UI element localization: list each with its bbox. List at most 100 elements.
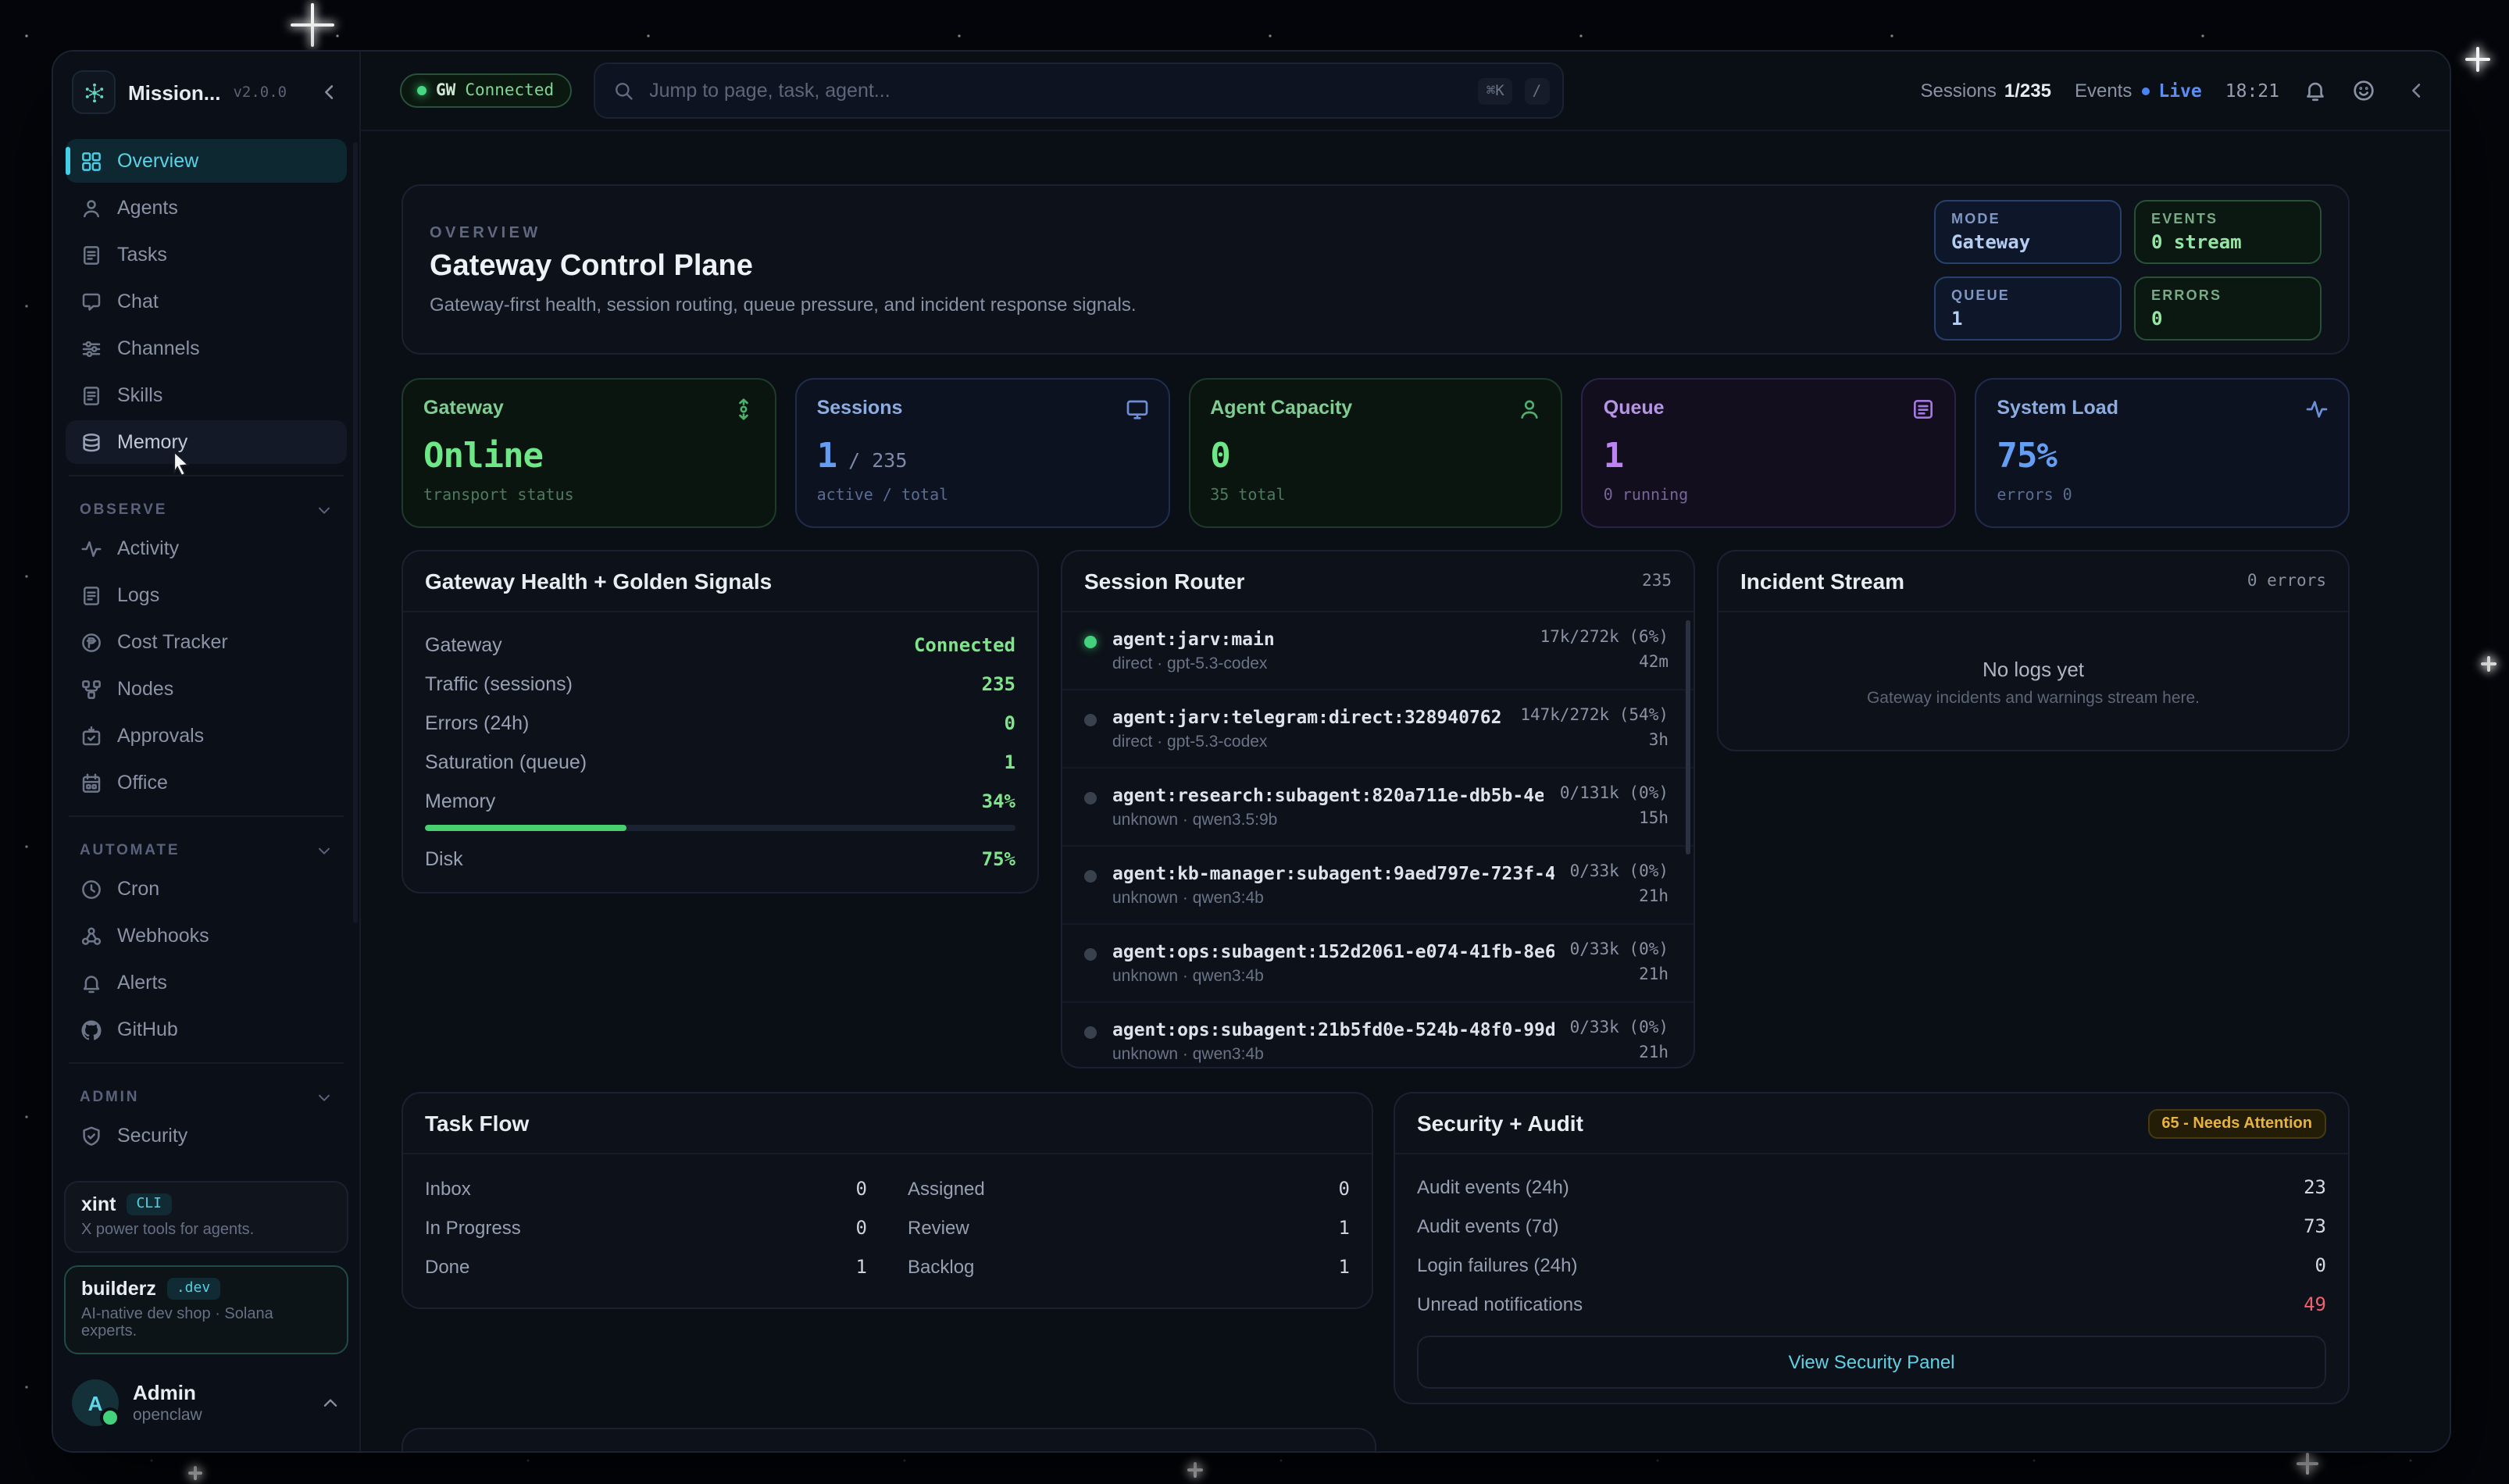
session-row[interactable]: agent:jarv:telegram:direct:328940762dire…	[1062, 690, 1693, 769]
list-icon	[1911, 397, 1936, 422]
sidebar-item-activity[interactable]: Activity	[66, 526, 347, 570]
promo-card-builderz[interactable]: builderz .dev AI-native dev shop · Solan…	[64, 1265, 348, 1354]
sidebar-item-label: Cron	[117, 878, 159, 900]
task-flow-panel: Task Flow Inbox0 In Progress0 Done1 Assi…	[402, 1092, 1373, 1309]
sidebar-item-label: Logs	[117, 584, 159, 606]
search-input[interactable]	[646, 78, 1466, 103]
monitor-icon	[1124, 397, 1149, 422]
sidebar-item-channels[interactable]: Channels	[66, 326, 347, 370]
stat-card-system-load[interactable]: System Load 75% errors 0	[1975, 378, 2350, 528]
security-row: Unread notifications49	[1417, 1284, 2326, 1323]
feedback-smiley-icon[interactable]	[2351, 78, 2376, 103]
sidebar-item-github[interactable]: GitHub	[66, 1008, 347, 1051]
sidebar-item-agents[interactable]: Agents	[66, 186, 347, 230]
sidebar-item-chat[interactable]: Chat	[66, 280, 347, 323]
sidebar-item-office[interactable]: Office	[66, 761, 347, 804]
sidebar-section-automate[interactable]: AUTOMATE	[66, 828, 347, 867]
sidebar-item-label: Activity	[117, 537, 179, 559]
grid-icon	[80, 149, 103, 173]
sidebar-section-observe[interactable]: OBSERVE	[66, 487, 347, 526]
badge-value: 0	[2151, 307, 2304, 329]
gateway-health-panel: Gateway Health + Golden Signals GatewayC…	[402, 550, 1039, 894]
session-row[interactable]: agent:ops:subagent:152d2061-e074-41fb-8e…	[1062, 925, 1693, 1003]
stat-sub: active / total	[817, 487, 1148, 505]
promo-description: X power tools for agents.	[81, 1222, 331, 1239]
security-row: Audit events (24h)23	[1417, 1167, 2326, 1206]
sidebar-section-admin[interactable]: ADMIN	[66, 1075, 347, 1114]
empty-state-subtitle: Gateway incidents and warnings stream he…	[1867, 689, 2200, 708]
session-row[interactable]: agent:jarv:maindirect · gpt-5.3-codex 17…	[1062, 612, 1693, 690]
sidebar-item-tasks[interactable]: Tasks	[66, 233, 347, 276]
header-badges: MODE Gateway EVENTS 0 stream QUEUE 1 E	[1934, 199, 2322, 340]
sidebar-item-webhooks[interactable]: Webhooks	[66, 914, 347, 958]
sidebar-item-overview[interactable]: Overview	[66, 139, 347, 183]
section-label: AUTOMATE	[80, 842, 180, 859]
sidebar-item-label: Agents	[117, 197, 178, 219]
calendar-icon	[80, 771, 103, 794]
global-search[interactable]: ⌘K /	[593, 62, 1563, 119]
sidebar-item-logs[interactable]: Logs	[66, 573, 347, 617]
page-header-card: OVERVIEW Gateway Control Plane Gateway-f…	[402, 184, 2350, 355]
sidebar-item-nodes[interactable]: Nodes	[66, 667, 347, 711]
sidebar-item-skills[interactable]: Skills	[66, 373, 347, 417]
promo-name: builderz	[81, 1278, 156, 1300]
events-live-indicator[interactable]: Events Live	[2075, 80, 2202, 102]
security-row: Audit events (7d)73	[1417, 1206, 2326, 1245]
sidebar-item-approvals[interactable]: Approvals	[66, 714, 347, 758]
stat-card-queue[interactable]: Queue 1 0 running	[1582, 378, 1957, 528]
sidebar: Mission... v2.0.0 Overview Agents Tasks	[53, 52, 361, 1451]
sidebar-item-label: Approvals	[117, 725, 204, 747]
sidebar-item-label: Webhooks	[117, 925, 209, 947]
sessions-counter: Sessions1/235	[1921, 80, 2051, 102]
stat-value: 75%	[1997, 437, 2328, 476]
stat-value: 1	[1604, 437, 1935, 476]
badge-value: 1	[1951, 307, 2104, 329]
topbar: GW Connected ⌘K / Sessions1/235 Events	[361, 52, 2450, 131]
stat-sub: errors 0	[1997, 487, 2328, 505]
panel-collapse-chevron-left-icon[interactable]	[2406, 80, 2428, 102]
session-row[interactable]: agent:research:subagent:820a711e-db5b-4e…	[1062, 769, 1693, 847]
mouse-cursor	[172, 450, 192, 478]
task-flow-row: Inbox0	[425, 1168, 867, 1208]
empty-state-title: No logs yet	[1983, 658, 2084, 681]
user-profile[interactable]: A Admin openclaw	[53, 1367, 359, 1451]
session-status-dot	[1084, 1026, 1097, 1039]
view-security-panel-button[interactable]: View Security Panel	[1417, 1336, 2326, 1389]
pulse-icon	[2304, 397, 2329, 422]
gateway-connected-badge[interactable]: GW Connected	[400, 73, 571, 108]
stat-card-sessions[interactable]: Sessions 1 / 235 active / total	[795, 378, 1170, 528]
stat-card-agent-capacity[interactable]: Agent Capacity 0 35 total	[1188, 378, 1563, 528]
live-dot	[2141, 87, 2149, 95]
app-version: v2.0.0	[233, 84, 287, 101]
notifications-bell-icon[interactable]	[2303, 78, 2328, 103]
sidebar-divider	[69, 815, 344, 817]
session-row[interactable]: agent:ops:subagent:21b5fd0e-524b-48f0-99…	[1062, 1003, 1693, 1068]
github-icon	[80, 1018, 103, 1041]
chevron-up-icon[interactable]	[320, 1393, 341, 1413]
needs-attention-badge: 65 - Needs Attention	[2147, 1108, 2326, 1138]
sidebar-item-security[interactable]: Security	[66, 1114, 347, 1158]
sidebar-scrollbar[interactable]	[353, 142, 358, 923]
chevron-down-icon	[316, 842, 333, 859]
stat-label: Agent Capacity	[1210, 397, 1541, 419]
main-column: GW Connected ⌘K / Sessions1/235 Events	[361, 52, 2450, 1451]
sidebar-item-cron[interactable]: Cron	[66, 867, 347, 911]
sidebar-item-memory[interactable]: Memory	[66, 420, 347, 464]
sidebar-collapse-chevron-left-icon[interactable]	[319, 81, 341, 103]
security-audit-panel: Security + Audit 65 - Needs Attention Au…	[1394, 1092, 2350, 1404]
session-list-scrollbar[interactable]	[1686, 620, 1690, 854]
sidebar-item-label: Overview	[117, 150, 198, 172]
sidebar-item-alerts[interactable]: Alerts	[66, 961, 347, 1004]
chevron-down-icon	[316, 501, 333, 519]
errors-badge: ERRORS 0	[2134, 276, 2322, 340]
section-label: OBSERVE	[80, 501, 167, 519]
breadcrumb-eyebrow: OVERVIEW	[430, 224, 1137, 241]
stat-label: System Load	[1997, 397, 2328, 419]
session-row[interactable]: agent:kb-manager:subagent:9aed797e-723f-…	[1062, 847, 1693, 925]
stat-card-gateway[interactable]: Gateway Online transport status	[402, 378, 776, 528]
topbar-status-cluster: Sessions1/235 Events Live 18:21	[1921, 78, 2429, 103]
promo-card-xint[interactable]: xint CLI X power tools for agents.	[64, 1181, 348, 1253]
task-flow-row: Done1	[425, 1247, 867, 1286]
task-flow-row: Review1	[908, 1208, 1350, 1247]
sidebar-item-cost-tracker[interactable]: Cost Tracker	[66, 620, 347, 664]
